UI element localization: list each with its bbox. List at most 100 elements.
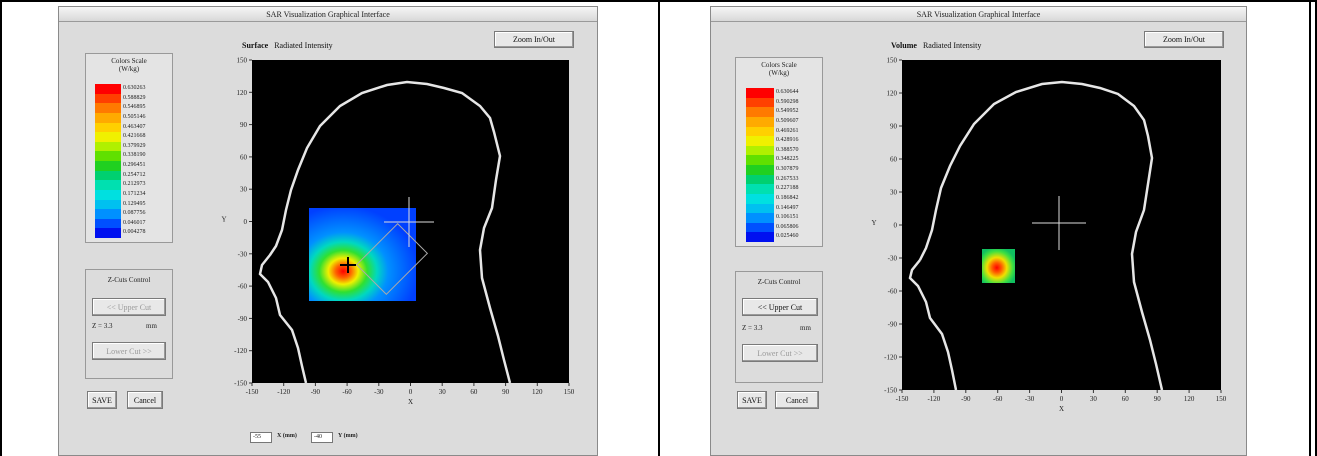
z-cuts-title: Z-Cuts Control: [107, 276, 151, 284]
legend-value: 0.338190: [123, 152, 146, 159]
z-unit: mm: [800, 324, 811, 332]
left-sar-window: SAR Visualization Graphical Interface Zo…: [58, 6, 598, 456]
x-tick-label: 30: [439, 388, 447, 396]
legend-swatch: [746, 145, 774, 156]
x-tick-label: 60: [1122, 395, 1130, 403]
y-coordinate-label: Y (mm): [338, 433, 358, 439]
z-value: Z = 3.3: [92, 322, 113, 330]
legend-swatch: [746, 116, 774, 127]
x-tick-label: -120: [927, 395, 940, 403]
legend-value: 0.296451: [123, 162, 146, 168]
y-tick-label: 60: [890, 156, 898, 164]
legend-swatch: [95, 151, 121, 161]
x-tick-label: -90: [311, 388, 321, 396]
legend-swatch: [746, 203, 774, 214]
y-axis-label: Y: [871, 219, 876, 227]
legend-swatch: [746, 213, 774, 223]
x-tick-label: 120: [532, 388, 543, 396]
upper-cut-button[interactable]: << Upper Cut: [742, 298, 818, 316]
plot-quantity: Radiated Intensity: [274, 41, 333, 50]
y-tick-label: -60: [238, 283, 248, 291]
legend-value: 0.630644: [776, 89, 799, 95]
legend-swatch: [95, 93, 121, 104]
legend-value: 0.348225: [776, 156, 799, 163]
x-tick-label: -30: [1025, 395, 1035, 403]
window-title: SAR Visualization Graphical Interface: [711, 7, 1246, 22]
plot-mode: Surface: [242, 41, 269, 50]
z-unit: mm: [146, 322, 157, 330]
legend-swatch: [95, 132, 121, 142]
lower-cut-button[interactable]: Lower Cut >>: [742, 344, 818, 362]
legend-swatch: [95, 103, 121, 113]
cancel-button[interactable]: Cancel: [775, 391, 819, 409]
x-tick-label: 90: [1154, 395, 1162, 403]
legend-swatch: [746, 184, 774, 194]
x-tick-label: 60: [470, 388, 478, 396]
y-tick-label: 90: [240, 121, 248, 129]
legend-value: 0.171234: [123, 190, 146, 197]
x-axis-label: X: [1059, 405, 1064, 413]
y-axis-label: Y: [221, 216, 226, 224]
save-button[interactable]: SAVE: [737, 391, 767, 409]
legend-swatch: [95, 218, 121, 229]
save-button[interactable]: SAVE: [87, 391, 117, 409]
legend-value: 0.549952: [776, 108, 799, 115]
legend-value: 0.546895: [123, 104, 146, 111]
legend-title: Colors Scale (W/kg): [111, 57, 147, 73]
y-tick-label: 0: [244, 218, 248, 226]
right-sar-window: SAR Visualization Graphical Interface Zo…: [710, 6, 1247, 456]
x-tick-label: -60: [993, 395, 1003, 403]
legend-swatch: [746, 126, 774, 137]
y-tick-label: -90: [238, 315, 248, 323]
cell-divider-right: [1309, 0, 1311, 456]
legend-value: 0.186842: [776, 194, 799, 201]
legend-value: 0.428916: [776, 137, 799, 144]
plot-mode: Volume: [891, 41, 917, 50]
legend-value: 0.588829: [123, 94, 146, 101]
legend-swatch: [746, 155, 774, 165]
zoom-button[interactable]: Zoom In/Out: [1144, 31, 1224, 48]
lower-cut-button[interactable]: Lower Cut >>: [92, 342, 166, 360]
legend-value: 0.212973: [123, 181, 146, 188]
y-tick-label: -30: [238, 250, 248, 258]
legend-value: 0.630263: [123, 85, 146, 91]
plot-axes: -150 -120 -90 -60 -30 0 30 60 90 120 150 150 120 90 60…: [221, 57, 574, 407]
legend-swatch: [95, 209, 121, 219]
legend-value: 0.046017: [123, 219, 146, 226]
cancel-button[interactable]: Cancel: [127, 391, 163, 409]
legend-swatch: [746, 232, 774, 242]
y-tick-label: -120: [884, 354, 897, 362]
plot-title: Surface Radiated Intensity: [242, 41, 333, 50]
zoom-button[interactable]: Zoom In/Out: [494, 31, 574, 48]
y-tick-label: 150: [237, 57, 248, 65]
legend-color-bar: [746, 88, 774, 242]
x-coordinate-field[interactable]: -55: [250, 432, 272, 443]
y-tick-label: -90: [888, 321, 898, 329]
x-tick-label: -90: [961, 395, 971, 403]
z-value: Z = 3.3: [742, 324, 763, 332]
y-coordinate-field[interactable]: -40: [311, 432, 333, 443]
legend-value: 0.004278: [123, 229, 146, 236]
y-tick-label: -150: [884, 387, 897, 395]
legend-swatch: [746, 222, 774, 233]
y-tick-label: -60: [888, 288, 898, 296]
upper-cut-button[interactable]: << Upper Cut: [92, 298, 166, 316]
x-tick-label: -30: [374, 388, 384, 396]
legend-swatch: [746, 165, 774, 175]
legend-swatch: [746, 136, 774, 146]
cell-divider: [658, 0, 660, 456]
x-tick-label: -150: [246, 388, 259, 396]
legend-swatch: [95, 84, 121, 94]
plot-quantity: Radiated Intensity: [922, 41, 982, 50]
x-tick-label: -120: [277, 388, 290, 396]
legend-swatch: [95, 122, 121, 133]
x-tick-label: 150: [1216, 395, 1227, 403]
x-tick-label: 0: [1060, 395, 1064, 403]
legend-labels: 0.630644 0.590298 0.549952 0.509607 0.469261…: [776, 88, 799, 242]
colors-scale-legend: Colors Scale (W/kg) 0.630644 0.590298 0.54…: [735, 57, 823, 247]
window-title: SAR Visualization Graphical Interface: [59, 7, 597, 22]
y-tick-label: 150: [887, 57, 898, 65]
y-tick-label: 120: [887, 90, 898, 98]
legend-value: 0.388570: [776, 146, 799, 153]
legend-swatch: [95, 161, 121, 171]
